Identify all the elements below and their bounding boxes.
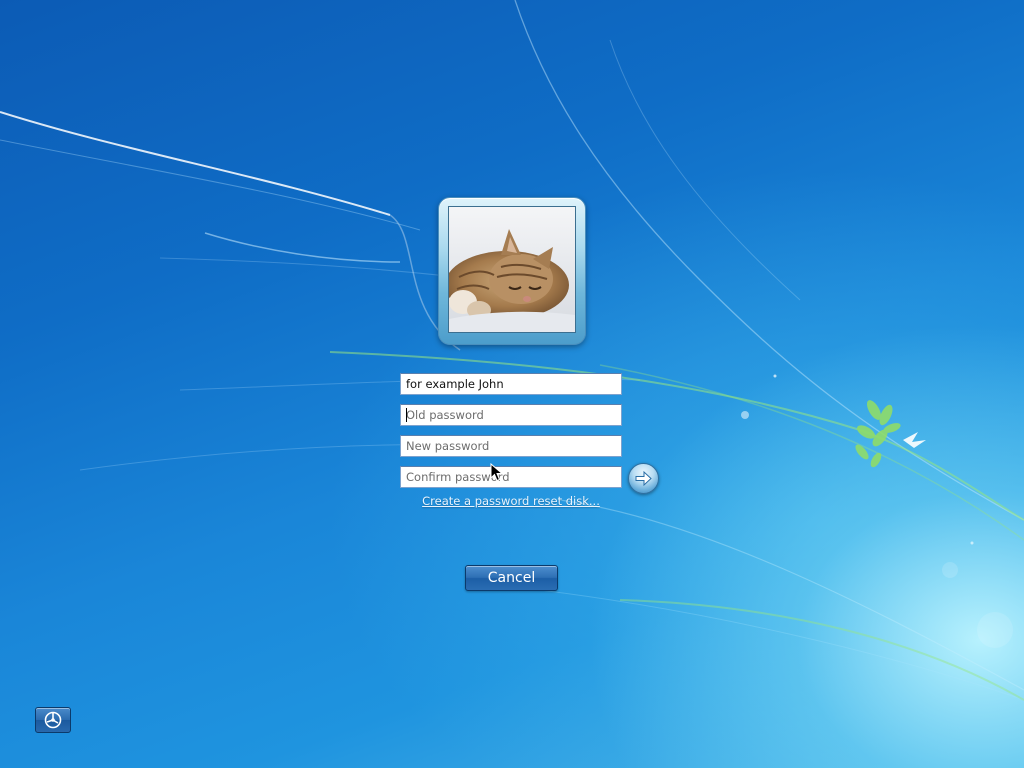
new-password-field[interactable] bbox=[400, 435, 622, 457]
old-password-field[interactable] bbox=[400, 404, 622, 426]
ease-of-access-icon bbox=[44, 711, 62, 729]
user-tile bbox=[438, 197, 586, 345]
logon-screen: Create a password reset disk... Cancel bbox=[0, 0, 1024, 768]
ease-of-access-button[interactable] bbox=[35, 707, 71, 733]
submit-arrow-button[interactable] bbox=[628, 463, 659, 494]
confirm-password-field[interactable] bbox=[400, 466, 622, 488]
username-field[interactable] bbox=[400, 373, 622, 395]
cancel-button[interactable]: Cancel bbox=[465, 565, 558, 591]
right-arrow-icon bbox=[635, 470, 652, 487]
create-password-reset-disk-link[interactable]: Create a password reset disk... bbox=[400, 494, 622, 508]
text-caret bbox=[406, 408, 407, 422]
kitten-user-picture bbox=[448, 206, 576, 333]
